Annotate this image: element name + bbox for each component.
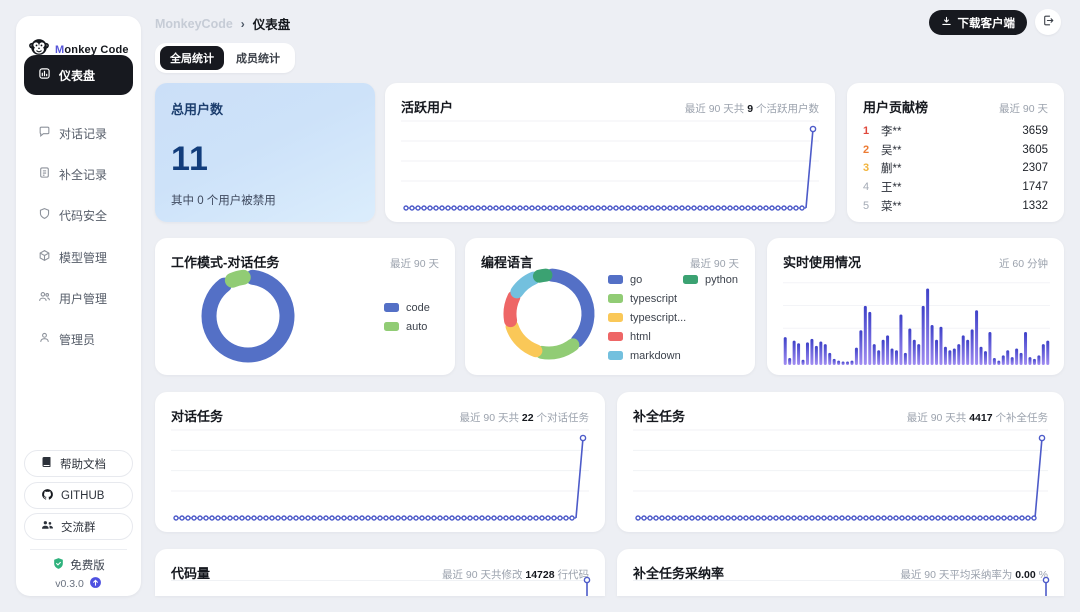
contribution-subtitle: 最近 90 天 [999, 101, 1048, 116]
github-icon [41, 488, 54, 504]
person-icon [38, 331, 51, 347]
breadcrumb-separator-icon: › [241, 17, 245, 31]
contribution-row: 2 吴** 3605 [863, 141, 1048, 160]
contribution-row: 5 菜** 1332 [863, 196, 1048, 215]
languages-card: 编程语言 最近 90 天 go typescript typescript...… [465, 238, 755, 375]
sidebar-item-chat-history[interactable]: 对话记录 [24, 116, 133, 150]
total-users-note: 其中 0 个用户被禁用 [171, 192, 276, 208]
realtime-usage-title: 实时使用情况 [783, 252, 861, 271]
active-users-title: 活跃用户 [401, 97, 453, 116]
acceptance-rate-card: 补全任务采纳率 最近 90 天平均采纳率为 0.00 % [617, 549, 1064, 596]
legend-swatch [608, 313, 623, 322]
gridline [171, 580, 589, 581]
breadcrumb-root[interactable]: MonkeyCode [155, 17, 233, 31]
languages-legend-col1: go typescript typescript... html markdow… [608, 270, 686, 365]
work-mode-donut-chart [200, 268, 296, 364]
version-row: v0.3.0 [16, 576, 141, 592]
work-mode-legend: code auto [384, 298, 430, 336]
stats-tabs: 全局统计 成员统计 [155, 43, 295, 73]
sidebar-item-completion-history[interactable]: 补全记录 [24, 157, 133, 191]
community-group-button[interactable]: 交流群 [24, 513, 133, 540]
active-users-subtitle: 最近 90 天共 9 个活跃用户数 [685, 101, 819, 116]
total-users-title: 总用户数 [155, 83, 375, 118]
legend-swatch [608, 294, 623, 303]
document-icon [38, 166, 51, 182]
breadcrumb-current: 仪表盘 [253, 14, 291, 33]
total-users-card: 总用户数 11 其中 0 个用户被禁用 [155, 83, 375, 222]
legend-item-go[interactable]: go [608, 270, 686, 289]
active-users-card: 活跃用户 最近 90 天共 9 个活跃用户数 [385, 83, 835, 222]
sidebar-item-model-management[interactable]: 模型管理 [24, 240, 133, 274]
work-mode-card: 工作模式-对话任务 最近 90 天 code auto [155, 238, 455, 375]
github-button[interactable]: GITHUB [24, 482, 133, 509]
contribution-row: 4 王** 1747 [863, 178, 1048, 197]
completion-tasks-title: 补全任务 [633, 406, 685, 425]
book-icon [41, 456, 53, 471]
edition-badge-icon [52, 557, 65, 573]
chat-tasks-subtitle: 最近 90 天共 22 个对话任务 [459, 410, 589, 425]
legend-item-python[interactable]: python [683, 270, 738, 289]
shield-icon [38, 207, 51, 223]
edition-badge: 免费版 [16, 557, 141, 573]
legend-item-auto[interactable]: auto [384, 317, 430, 336]
sidebar-item-user-management[interactable]: 用户管理 [24, 281, 133, 315]
completion-tasks-card: 补全任务 最近 90 天共 4417 个补全任务 [617, 392, 1064, 532]
code-lines-line-chart [583, 575, 597, 596]
chat-tasks-title: 对话任务 [171, 406, 223, 425]
chat-tasks-line-chart [171, 424, 589, 524]
legend-swatch [608, 275, 623, 284]
contribution-row: 1 李** 3659 [863, 122, 1048, 141]
active-users-line-chart [401, 115, 819, 214]
realtime-usage-card: 实时使用情况 近 60 分钟 [767, 238, 1064, 375]
realtime-usage-bar-chart [783, 274, 1050, 365]
logout-icon [1042, 14, 1055, 30]
users-icon [38, 290, 51, 306]
sidebar-item-admin[interactable]: 管理员 [24, 322, 133, 356]
contribution-title: 用户贡献榜 [863, 97, 928, 116]
logout-button[interactable] [1035, 9, 1061, 35]
total-users-value: 11 [155, 118, 375, 179]
cube-icon [38, 249, 51, 265]
legend-item-html[interactable]: html [608, 327, 686, 346]
legend-swatch [683, 275, 698, 284]
version-label: v0.3.0 [55, 578, 84, 590]
legend-swatch [384, 303, 399, 312]
legend-item-markdown[interactable]: markdown [608, 346, 686, 365]
legend-swatch [608, 332, 623, 341]
legend-swatch [384, 322, 399, 331]
sidebar: Monkey Code 仪表盘 对话记录 补全记录 代码安全 模型管理 [16, 16, 141, 596]
languages-subtitle: 最近 90 天 [690, 256, 739, 271]
group-chat-icon [41, 519, 54, 535]
sidebar-item-dashboard[interactable]: 仪表盘 [24, 55, 133, 95]
languages-legend-col2: python [683, 270, 738, 289]
chat-bubble-icon [38, 125, 51, 141]
contribution-card: 用户贡献榜 最近 90 天 1 李** 3659 2 吴** 3605 3 蒯*… [847, 83, 1064, 222]
breadcrumb: MonkeyCode › 仪表盘 [155, 14, 290, 33]
dashboard-icon [38, 67, 51, 83]
download-client-button[interactable]: 下载客户端 [929, 10, 1028, 35]
completion-tasks-subtitle: 最近 90 天共 4417 个补全任务 [907, 410, 1048, 425]
languages-donut-chart [501, 266, 597, 362]
legend-item-typescript2[interactable]: typescript... [608, 308, 686, 327]
help-docs-button[interactable]: 帮助文档 [24, 450, 133, 477]
tab-member-stats[interactable]: 成员统计 [226, 46, 290, 70]
completion-tasks-line-chart [633, 424, 1048, 524]
gridline [633, 580, 1048, 581]
download-icon [941, 16, 952, 30]
legend-item-typescript[interactable]: typescript [608, 289, 686, 308]
realtime-usage-subtitle: 近 60 分钟 [999, 256, 1048, 271]
upgrade-icon[interactable] [89, 576, 102, 592]
contribution-list: 1 李** 3659 2 吴** 3605 3 蒯** 2307 4 王** 1… [863, 122, 1048, 215]
sidebar-item-code-security[interactable]: 代码安全 [24, 198, 133, 232]
app-title: Monkey Code [55, 44, 129, 56]
acceptance-rate-line-chart [1042, 575, 1056, 596]
legend-swatch [608, 351, 623, 360]
contribution-row: 3 蒯** 2307 [863, 159, 1048, 178]
sidebar-divider [30, 549, 127, 550]
chat-tasks-card: 对话任务 最近 90 天共 22 个对话任务 [155, 392, 605, 532]
code-lines-card: 代码量 最近 90 天共修改 14728 行代码 [155, 549, 605, 596]
legend-item-code[interactable]: code [384, 298, 430, 317]
tab-global-stats[interactable]: 全局统计 [160, 46, 224, 70]
work-mode-subtitle: 最近 90 天 [390, 256, 439, 271]
